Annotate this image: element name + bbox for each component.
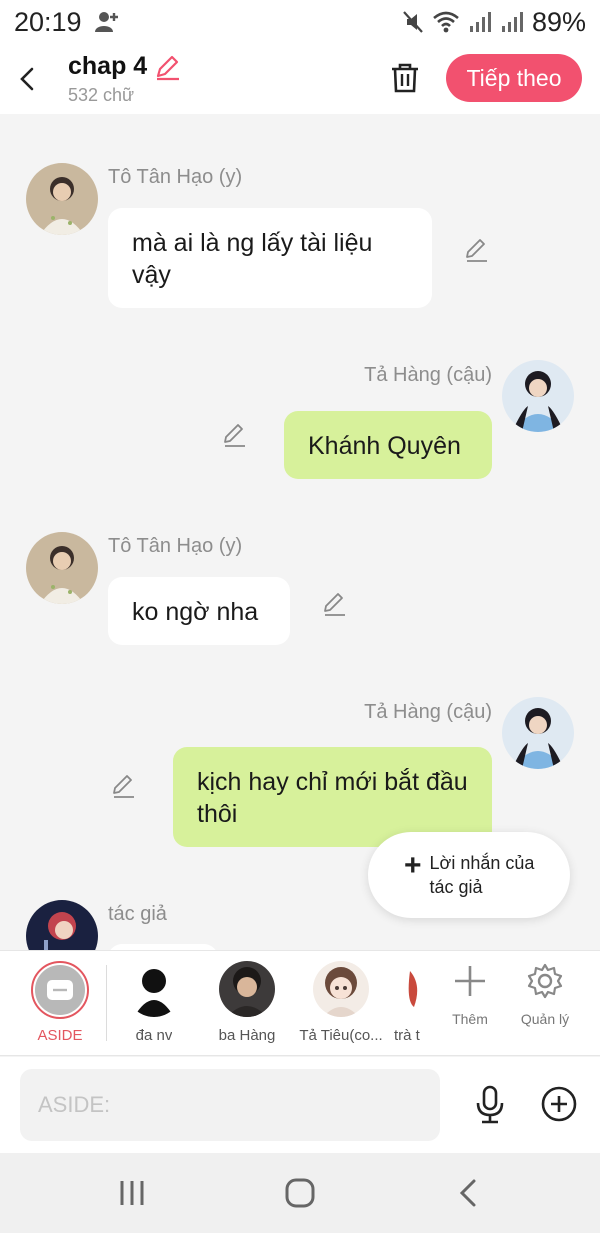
manage-button[interactable]: Quản lý <box>510 963 580 1027</box>
recent-apps-button[interactable] <box>112 1173 152 1213</box>
character-avatar <box>219 961 275 1017</box>
sender-name: Tả Hàng (cậu) <box>364 364 492 386</box>
word-count: 532 chữ <box>68 85 135 105</box>
sender-name: Tả Hàng (cậu) <box>364 701 492 723</box>
character-avatar <box>126 961 182 1017</box>
edit-title-icon[interactable] <box>153 53 181 81</box>
message-icon <box>47 980 73 1000</box>
character-avatar <box>384 961 420 1017</box>
character-bar: ASIDE đa nv ba Hàng Tả Tiêu(co... trà t … <box>0 950 600 1056</box>
edit-icon[interactable] <box>462 236 490 264</box>
sender-name: Tô Tân Hạo (y) <box>108 535 243 557</box>
character-ta-tieu[interactable]: Tả Tiêu(co... <box>298 961 384 1044</box>
mute-icon <box>403 11 423 33</box>
back-button[interactable] <box>0 44 54 114</box>
back-icon <box>459 1179 476 1207</box>
sender-name: Tô Tân Hạo (y) <box>108 166 243 188</box>
avatar[interactable] <box>26 900 98 950</box>
avatar[interactable] <box>502 360 574 432</box>
message-bubble[interactable]: Khánh Quyên <box>284 411 492 479</box>
edit-icon[interactable] <box>320 590 348 618</box>
character-tra-t[interactable]: trà t <box>384 961 420 1044</box>
avatar[interactable] <box>26 532 98 604</box>
system-nav-bar <box>0 1153 600 1233</box>
character-name: đa nv <box>135 1027 173 1044</box>
add-label: Thêm <box>452 1011 488 1027</box>
input-bar <box>0 1057 600 1153</box>
divider <box>106 965 107 1041</box>
microphone-icon <box>476 1085 504 1124</box>
avatar[interactable] <box>502 697 574 769</box>
sender-name: tác giả <box>108 903 167 925</box>
plus-icon <box>455 966 485 996</box>
character-name: trà t <box>394 1027 420 1044</box>
avatar[interactable] <box>26 163 98 235</box>
character-da-nv[interactable]: đa nv <box>111 961 197 1044</box>
signal-icon-2 <box>501 12 523 32</box>
battery-level: 89% <box>531 6 586 37</box>
character-aside[interactable]: ASIDE <box>17 961 103 1044</box>
status-indicators: 89% <box>402 7 586 38</box>
wifi-icon <box>433 11 459 33</box>
edit-icon[interactable] <box>220 421 248 449</box>
home-button[interactable] <box>280 1173 320 1213</box>
character-name: ba Hàng <box>218 1027 276 1044</box>
title-block: chap 4 532 chữ <box>68 52 181 106</box>
add-person-icon <box>94 12 118 32</box>
message-bubble[interactable]: ko ngờ nha <box>108 577 290 645</box>
voice-button[interactable] <box>470 1083 510 1127</box>
header: chap 4 532 chữ Tiếp theo <box>0 44 600 114</box>
author-note-button[interactable]: + Lời nhắn của tác giả <box>368 832 570 918</box>
recent-apps-icon <box>120 1181 144 1205</box>
gear-icon <box>527 963 563 999</box>
trash-icon <box>392 63 418 93</box>
chapter-title: chap 4 <box>68 52 148 80</box>
character-avatar <box>313 961 369 1017</box>
status-bar: 20:19 89% <box>0 0 600 44</box>
add-circle-icon <box>541 1086 577 1122</box>
system-back-button[interactable] <box>448 1173 488 1213</box>
aside-avatar <box>31 961 89 1019</box>
manage-label: Quản lý <box>520 1011 570 1027</box>
home-icon <box>285 1178 315 1208</box>
character-name: ASIDE <box>37 1027 83 1044</box>
character-ba-hang[interactable]: ba Hàng <box>204 961 290 1044</box>
plus-icon: + <box>404 849 422 882</box>
next-button[interactable]: Tiếp theo <box>446 54 582 102</box>
message-input[interactable] <box>20 1069 440 1141</box>
edit-icon[interactable] <box>109 772 137 800</box>
add-character-button[interactable]: Thêm <box>435 963 505 1027</box>
chat-area[interactable]: Tô Tân Hạo (y) mà ai là ng lấy tài liệu … <box>0 114 600 950</box>
author-note-label: Lời nhắn của tác giả <box>429 853 535 897</box>
delete-button[interactable] <box>386 58 424 98</box>
message-bubble[interactable]: mà ai là ng lấy tài liệu vậy <box>108 208 432 308</box>
signal-icon <box>469 12 491 32</box>
character-name: Tả Tiêu(co... <box>299 1027 383 1044</box>
status-time: 20:19 <box>14 6 82 37</box>
chevron-left-icon <box>20 67 34 91</box>
attach-button[interactable] <box>540 1085 578 1123</box>
